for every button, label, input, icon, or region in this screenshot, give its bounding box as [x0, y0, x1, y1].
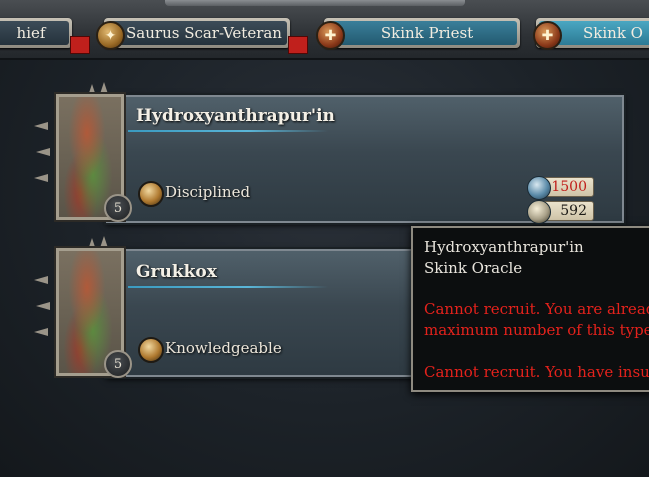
recruit-cost-value: 1500 [551, 179, 587, 195]
tab-skink-priest[interactable]: Skink Priest [324, 18, 520, 48]
spike-ornament [36, 302, 50, 310]
spike-ornament [34, 174, 48, 182]
upkeep-cost-value: 592 [560, 203, 587, 219]
rank-badge: 5 [104, 350, 132, 378]
spike-ornament [34, 328, 48, 336]
spike-ornament [100, 236, 108, 248]
tooltip-character-type: Skink Oracle [424, 259, 523, 277]
tab-skink-priest-label: Skink Priest [327, 21, 517, 45]
spike-ornament [100, 82, 108, 94]
trait-label: Knowledgeable [165, 339, 282, 357]
tab-chief[interactable]: hief [0, 18, 72, 48]
name-divider [128, 130, 328, 132]
character-type-tab-bar: hief Saurus Scar-Veteran ✦ Skink Priest … [0, 0, 649, 60]
tooltip-error-text: maximum number of this type [424, 321, 649, 339]
spike-ornament [34, 276, 48, 284]
character-name: Hydroxyanthrapur'in [136, 106, 335, 126]
tab-saurus-scar-veteran[interactable]: Saurus Scar-Veteran [104, 18, 290, 48]
name-divider [128, 286, 328, 288]
tooltip-character-name: Hydroxyanthrapur'in [424, 238, 584, 256]
spike-ornament [36, 148, 50, 156]
recruit-cost-icon [527, 176, 551, 200]
trait-icon [138, 181, 164, 207]
recruit-cost: 1500 [527, 176, 594, 200]
lock-marker-icon [70, 36, 90, 54]
upkeep-icon [527, 200, 551, 224]
lock-marker-icon [288, 36, 308, 54]
character-name: Grukkox [136, 262, 217, 282]
character-card[interactable]: Hydroxyanthrapur'in Disciplined 5 1500 5… [34, 82, 624, 224]
tooltip-error-text: Cannot recruit. You have insu [424, 363, 649, 381]
spike-ornament [34, 122, 48, 130]
tab-saurus-scar-veteran-label: Saurus Scar-Veteran [107, 21, 287, 45]
upkeep-cost: 592 [527, 200, 594, 224]
tooltip-error-text: Cannot recruit. You are alread [424, 300, 649, 318]
trait-icon [138, 337, 164, 363]
character-class-icon: ✚ [533, 21, 562, 50]
tab-bar-top-trim [165, 0, 465, 6]
recruit-tooltip: Hydroxyanthrapur'in Skink Oracle Cannot … [411, 226, 649, 392]
tab-chief-label: hief [0, 21, 69, 45]
rank-badge: 5 [104, 194, 132, 222]
trait-label: Disciplined [165, 183, 251, 201]
character-class-icon: ✦ [96, 21, 125, 50]
character-class-icon: ✚ [316, 21, 345, 50]
